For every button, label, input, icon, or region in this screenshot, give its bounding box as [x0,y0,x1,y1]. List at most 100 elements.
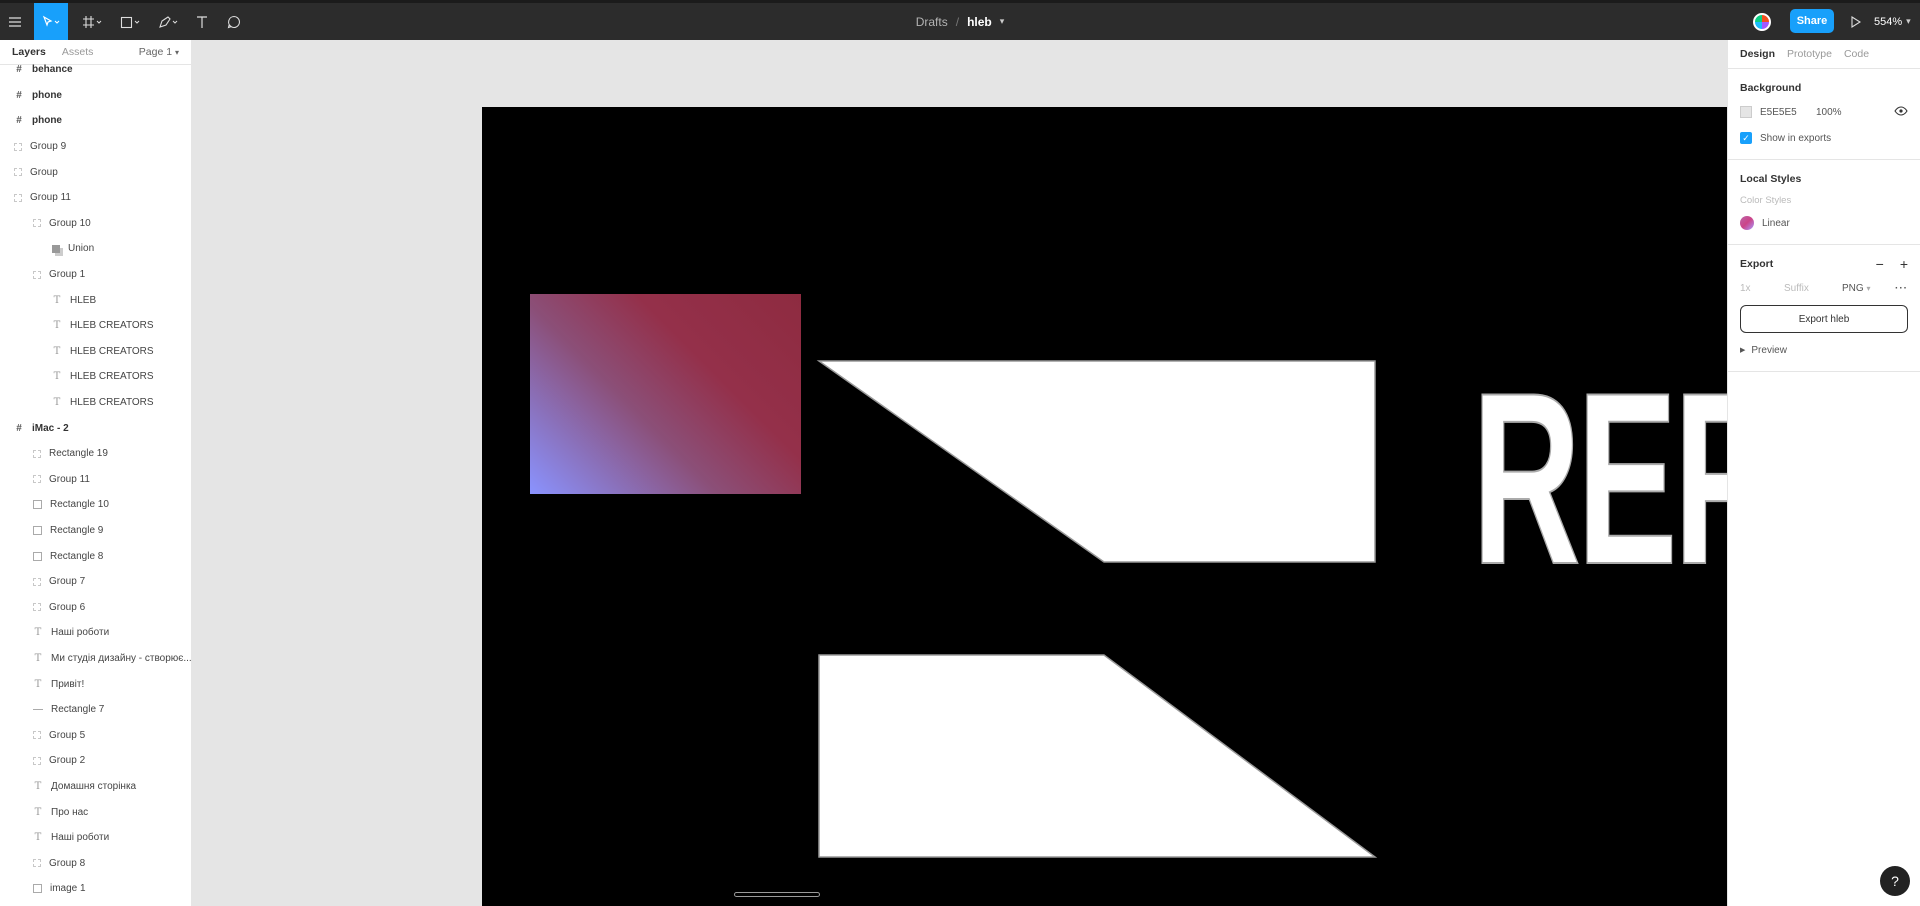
background-swatch[interactable] [1740,106,1752,118]
share-button[interactable]: Share [1790,9,1834,33]
layer-label: Group 6 [49,601,86,613]
avatar[interactable] [1753,13,1771,31]
layer-item[interactable]: T Наші роботи [0,620,191,646]
help-button[interactable]: ? [1880,866,1910,896]
eye-icon[interactable] [1894,105,1908,119]
tab-prototype[interactable]: Prototype [1787,48,1832,60]
more-options-icon[interactable]: ··· [1895,283,1908,294]
layer-item[interactable]: Rectangle 19 [0,441,191,467]
layer-label: HLEB [70,294,97,306]
frame-layer-icon: # [16,89,22,101]
show-in-exports-label: Show in exports [1760,132,1832,144]
local-styles-section: Local Styles Color Styles Linear [1728,160,1920,245]
frame-layer-icon: # [16,422,22,434]
layer-item[interactable]: Group 10 [0,211,191,237]
gradient-style-icon [1740,216,1754,230]
layer-item[interactable]: Rectangle 9 [0,518,191,544]
show-in-exports-row[interactable]: ✓ Show in exports [1740,125,1908,151]
layers-panel: Layers Assets Page 1 ▾ # behance # phone # ph… [0,40,192,906]
background-fill-row[interactable]: E5E5E5 100% [1740,99,1908,125]
image-layer-icon [33,525,42,535]
layer-item[interactable]: T Наші роботи [0,825,191,851]
layer-item[interactable]: Union [0,236,191,262]
text-layer-icon: T [34,780,42,792]
union-layer-icon [52,244,60,253]
layer-item[interactable]: Group 7 [0,569,191,595]
zoom-level: 554% [1874,15,1903,28]
layer-label: Rectangle 9 [50,524,104,536]
layer-item[interactable]: # behance [0,57,191,83]
frame-tool-icon[interactable] [78,3,108,40]
layer-item[interactable]: T Домашня сторінка [0,774,191,800]
export-button[interactable]: Export hleb [1740,305,1908,333]
layer-label: Group 11 [30,192,71,204]
move-tool-icon[interactable] [34,3,68,40]
text-tool-icon[interactable] [190,3,214,40]
file-name[interactable]: hleb [967,15,992,29]
layer-item[interactable]: Group 11 [0,185,191,211]
background-opacity[interactable]: 100% [1816,107,1842,118]
layer-item[interactable]: Group 8 [0,850,191,876]
export-scale[interactable]: 1x [1740,283,1784,294]
chevron-down-icon[interactable]: ▾ [1000,16,1005,27]
export-section: Export − + 1x Suffix PNG ▾ ··· Export hl… [1728,245,1920,372]
frame-hleb[interactable]: REF [482,107,1727,906]
scroll-handle[interactable] [734,892,820,897]
layer-item[interactable]: image 1 [0,876,191,902]
export-format: PNG [1842,282,1864,294]
layer-item[interactable]: Group 2 [0,748,191,774]
tab-design[interactable]: Design [1740,48,1775,60]
preview-toggle[interactable]: ▶ Preview [1740,337,1908,363]
layer-label: phone [32,115,62,127]
plus-icon[interactable]: + [1900,256,1908,272]
minus-icon[interactable]: − [1876,256,1884,272]
export-suffix-input[interactable]: Suffix [1784,283,1842,294]
zoom-dropdown[interactable]: 554% ▾ [1874,3,1911,40]
layer-item[interactable]: T Ми студія дизайну - створює... [0,646,191,672]
export-title-label: Export [1740,258,1774,270]
text-layer-icon: T [34,678,42,690]
layer-item[interactable]: # phone [0,83,191,109]
layer-label: HLEB CREATORS [70,397,154,409]
frame-layer-icon: # [16,64,22,76]
layer-item[interactable]: T HLEB CREATORS [0,364,191,390]
layer-item[interactable]: T HLEB CREATORS [0,390,191,416]
chevron-down-icon: ▾ [1866,283,1871,293]
layer-item[interactable]: Group 6 [0,594,191,620]
layer-label: Group 1 [49,269,86,281]
layer-item[interactable]: Rectangle 8 [0,543,191,569]
layer-item[interactable]: T HLEB CREATORS [0,339,191,365]
layer-item[interactable]: T HLEB CREATORS [0,313,191,339]
layer-item[interactable]: Rectangle 7 [0,697,191,723]
layer-item[interactable]: Group 5 [0,722,191,748]
image-layer-icon [33,500,42,510]
check-icon[interactable]: ✓ [1740,132,1752,144]
white-parallelogram-top [816,360,1376,563]
export-title: Export − + [1740,253,1908,275]
breadcrumb-drafts[interactable]: Drafts [916,15,948,29]
layer-item[interactable]: T Про нас [0,799,191,825]
layer-item[interactable]: # iMac - 2 [0,415,191,441]
layer-item[interactable]: T HLEB [0,287,191,313]
export-format-select[interactable]: PNG ▾ [1842,283,1870,294]
layer-item[interactable]: Group [0,159,191,185]
layer-item[interactable]: Group 11 [0,467,191,493]
canvas[interactable]: REF [192,40,1727,906]
layer-item[interactable]: Group 9 [0,134,191,160]
layer-item[interactable]: # phone [0,108,191,134]
image-layer-icon [33,551,42,561]
right-panel-tabs: Design Prototype Code [1728,40,1920,69]
layer-item[interactable]: T Привіт! [0,671,191,697]
background-hex[interactable]: E5E5E5 [1760,107,1816,118]
layer-item[interactable]: Group 1 [0,262,191,288]
layer-label: HLEB CREATORS [70,320,154,332]
style-linear-row[interactable]: Linear [1740,210,1908,236]
tab-code[interactable]: Code [1844,48,1869,60]
play-icon[interactable] [1846,3,1866,40]
comment-tool-icon[interactable] [222,3,246,40]
pen-tool-icon[interactable] [154,3,184,40]
layer-label: Наші роботи [51,832,110,844]
layer-item[interactable]: Rectangle 10 [0,492,191,518]
shape-tool-icon[interactable] [116,3,146,40]
menu-icon[interactable] [0,3,30,40]
